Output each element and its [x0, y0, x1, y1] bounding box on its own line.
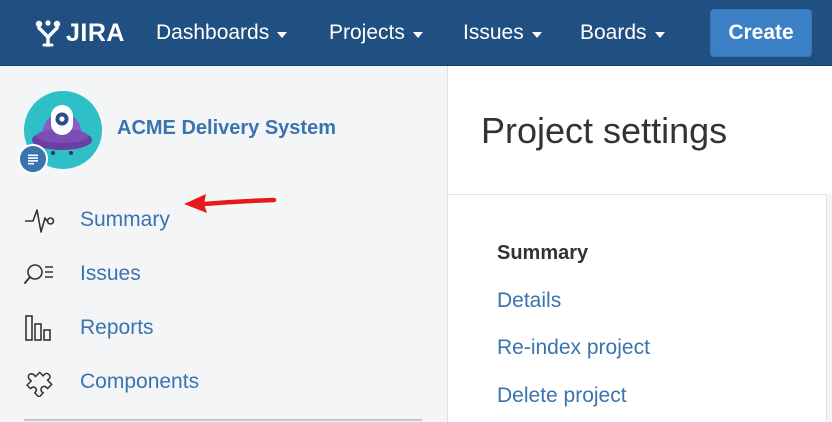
- nav-boards[interactable]: Boards: [580, 0, 665, 66]
- chevron-down-icon: [531, 31, 542, 38]
- nav-projects[interactable]: Projects: [329, 0, 423, 66]
- nav-issues-label: Issues: [463, 21, 524, 44]
- sidebar-item-reports[interactable]: Reports: [24, 313, 154, 343]
- sidebar-item-label: Issues: [80, 262, 141, 285]
- create-button[interactable]: Create: [710, 9, 812, 57]
- sidebar-item-components[interactable]: Components: [24, 367, 199, 397]
- nav-projects-label: Projects: [329, 21, 405, 44]
- nav-issues[interactable]: Issues: [463, 0, 542, 66]
- settings-menu-panel: Summary Details Re-index project Delete …: [447, 194, 827, 422]
- project-name[interactable]: ACME Delivery System: [117, 117, 336, 140]
- sidebar-divider: [24, 419, 422, 421]
- puzzle-icon: [24, 367, 56, 397]
- top-navigation-bar: JIRA Dashboards Projects Issues Boards C…: [0, 0, 832, 66]
- details-link[interactable]: Details: [497, 289, 561, 313]
- project-type-badge: [18, 144, 48, 174]
- page-header: Project settings: [447, 66, 832, 194]
- reports-bar-icon: [24, 313, 56, 343]
- reindex-project-link[interactable]: Re-index project: [497, 336, 650, 360]
- logo-text: JIRA: [66, 18, 125, 47]
- page-title: Project settings: [481, 110, 728, 151]
- chevron-down-icon: [412, 31, 423, 38]
- nav-dashboards[interactable]: Dashboards: [156, 0, 288, 66]
- sidebar-item-label: Components: [80, 370, 200, 393]
- issues-search-icon: [24, 259, 56, 289]
- sidebar-item-label: Reports: [80, 316, 154, 339]
- chevron-down-icon: [277, 31, 288, 38]
- nav-dashboards-label: Dashboards: [156, 21, 270, 44]
- sidebar-item-label: Summary: [80, 208, 170, 231]
- nav-boards-label: Boards: [580, 21, 647, 44]
- annotation-arrow-icon: [184, 194, 277, 213]
- document-list-icon: [28, 154, 38, 165]
- activity-icon: [24, 205, 56, 235]
- project-sidebar: ACME Delivery System Summary Issues Repo…: [0, 66, 447, 422]
- sidebar-item-summary[interactable]: Summary: [24, 205, 170, 235]
- jira-logo-icon: [35, 20, 61, 47]
- chevron-down-icon: [654, 31, 665, 38]
- jira-logo[interactable]: JIRA: [34, 16, 125, 50]
- delete-project-link[interactable]: Delete project: [497, 384, 627, 408]
- settings-menu-heading: Summary: [497, 242, 589, 264]
- sidebar-item-issues[interactable]: Issues: [24, 259, 141, 289]
